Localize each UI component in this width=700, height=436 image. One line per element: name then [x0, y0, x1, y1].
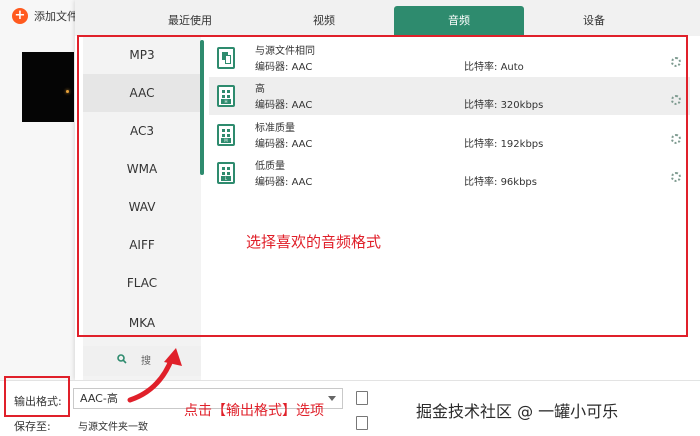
tab-recent[interactable]: 最近使用	[143, 6, 237, 36]
preset-bitrate: 比特率: Auto	[464, 62, 524, 73]
preset-encoder: 编码器: AAC	[255, 177, 313, 188]
format-item-mka[interactable]: MKA	[83, 304, 201, 342]
quality-low-icon: L	[217, 162, 235, 184]
settings-gear-icon[interactable]	[671, 95, 681, 105]
format-item-wma[interactable]: WMA	[83, 150, 201, 188]
save-to-label: 保存至:	[14, 420, 51, 433]
preset-encoder: 编码器: AAC	[255, 139, 313, 150]
output-format-value: AAC-高	[80, 392, 118, 405]
format-item-wav[interactable]: WAV	[83, 188, 201, 226]
format-item-ac3[interactable]: AC3	[83, 112, 201, 150]
watermark: 掘金技术社区 @ 一罐小可乐	[416, 402, 619, 421]
quality-mid-icon: M	[217, 124, 235, 146]
file-icon[interactable]	[356, 391, 368, 405]
tab-video[interactable]: 视频	[277, 6, 371, 36]
settings-gear-icon[interactable]	[671, 57, 681, 67]
output-hint-annotation: 点击【输出格式】选项	[184, 403, 324, 419]
format-tabs: 最近使用 视频 音频 设备	[75, 0, 700, 36]
preset-row[interactable]: 与源文件相同 编码器: AAC 比特率: Auto	[209, 39, 690, 77]
preset-list: 与源文件相同 编码器: AAC 比特率: Auto H 高 编码器: AAC 比…	[209, 36, 700, 336]
preset-hint-annotation: 选择喜欢的音频格式	[246, 233, 382, 251]
settings-gear-icon[interactable]	[671, 172, 681, 182]
preset-bitrate: 比特率: 96kbps	[464, 177, 537, 188]
preset-name: 高	[255, 84, 265, 95]
chevron-down-icon	[328, 396, 336, 401]
preset-name: 与源文件相同	[255, 46, 315, 57]
format-item-flac[interactable]: FLAC	[83, 264, 201, 302]
output-format-highlight-box	[4, 376, 70, 417]
tab-audio[interactable]: 音频	[394, 6, 524, 36]
preset-bitrate: 比特率: 192kbps	[464, 139, 544, 150]
format-dialog: 最近使用 视频 音频 设备 MP3 AAC AC3 WMA WAV AIFF F…	[75, 0, 700, 380]
save-to-value[interactable]: 与源文件夹一致	[78, 418, 148, 433]
preset-row[interactable]: L 低质量 编码器: AAC 比特率: 96kbps	[209, 154, 690, 192]
preset-row[interactable]: M 标准质量 编码器: AAC 比特率: 192kbps	[209, 116, 690, 154]
copy-icon	[217, 47, 235, 69]
folder-icon[interactable]	[356, 416, 368, 430]
add-file-label: 添加文件	[34, 10, 78, 23]
preset-encoder: 编码器: AAC	[255, 100, 313, 111]
preset-name: 标准质量	[255, 123, 295, 134]
format-item-mp3[interactable]: MP3	[83, 36, 201, 74]
add-file-button[interactable]: + 添加文件	[12, 8, 78, 24]
format-item-aiff[interactable]: AIFF	[83, 226, 201, 264]
preset-bitrate: 比特率: 320kbps	[464, 100, 544, 111]
plus-icon: +	[12, 8, 28, 24]
video-thumbnail[interactable]	[22, 52, 74, 122]
preset-row[interactable]: H 高 编码器: AAC 比特率: 320kbps	[209, 77, 690, 115]
format-list: MP3 AAC AC3 WMA WAV AIFF FLAC MKA	[83, 36, 201, 380]
format-item-aac[interactable]: AAC	[83, 74, 201, 112]
tab-device[interactable]: 设备	[547, 6, 641, 36]
settings-gear-icon[interactable]	[671, 134, 681, 144]
format-list-scrollbar[interactable]	[200, 40, 204, 175]
preset-name: 低质量	[255, 161, 285, 172]
preset-encoder: 编码器: AAC	[255, 62, 313, 73]
quality-high-icon: H	[217, 85, 235, 107]
